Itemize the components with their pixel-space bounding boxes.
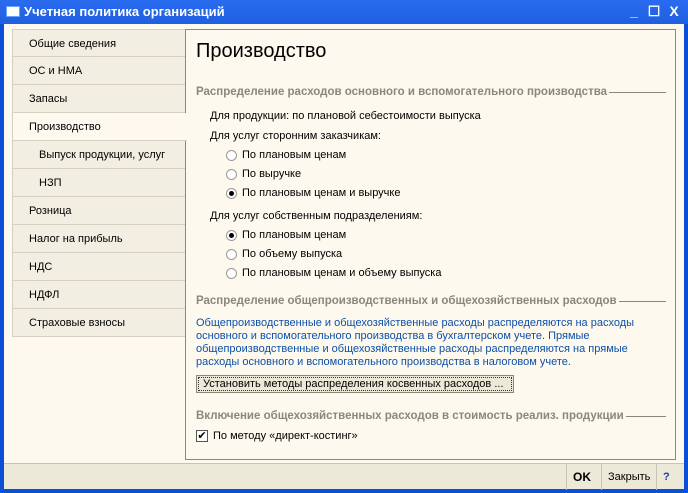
overhead-info-text: Общепроизводственные и общехозяйственные… [196,317,635,368]
tab-output[interactable]: Выпуск продукции, услуг [12,141,186,169]
window-body: Общие сведения ОС и НМА Запасы Производс… [4,24,684,463]
radio-label: По плановым ценам [242,149,347,161]
divider [609,91,666,93]
radio-button[interactable] [226,187,237,199]
tab-income-tax[interactable]: НДФЛ [12,281,186,309]
direct-costing-checkbox[interactable]: ✔ По методу «директ-костинг» [196,430,358,442]
radio-internal-planned[interactable]: По плановым ценам [226,229,346,241]
tab-fixed-assets[interactable]: ОС и НМА [12,57,186,85]
group-title: Распределение расходов основного и вспом… [196,86,608,98]
tab-insurance[interactable]: Страховые взносы [12,309,186,337]
app-icon [6,6,20,17]
checkmark-icon[interactable]: ✔ [196,430,208,442]
section-tabs: Общие сведения ОС и НМА Запасы Производс… [12,29,187,337]
production-panel: Производство Распределение расходов осно… [185,29,676,460]
ok-button[interactable]: OK [566,464,597,490]
radio-external-planned[interactable]: По плановым ценам [226,149,346,161]
group-header-direct-costing: Включение общехозяйственных расходов в с… [196,410,666,422]
radio-button[interactable] [226,168,237,180]
checkbox-label: По методу «директ-костинг» [213,430,358,442]
radio-label: По объему выпуска [242,248,343,260]
products-line: Для продукции: по плановой себестоимости… [210,110,481,122]
tab-inventory[interactable]: Запасы [12,85,186,113]
tab-retail[interactable]: Розница [12,197,186,225]
divider [625,415,666,417]
radio-label: По плановым ценам и объему выпуска [242,267,442,279]
radio-button[interactable] [226,149,237,161]
page-title: Производство [196,40,327,62]
minimize-button[interactable]: _ [626,3,642,19]
tab-production[interactable]: Производство [12,113,187,141]
close-button[interactable]: X [666,3,682,19]
close-dialog-button[interactable]: Закрыть [601,464,656,490]
help-icon[interactable]: ? [656,464,676,490]
footer-bar: OK Закрыть ? [4,463,684,490]
group-title: Включение общехозяйственных расходов в с… [196,410,624,422]
title-bar[interactable]: Учетная политика организаций _ ☐ X [0,0,688,24]
radio-external-revenue[interactable]: По выручке [226,168,301,180]
divider [618,300,666,302]
tab-general[interactable]: Общие сведения [12,29,186,57]
radio-button[interactable] [226,229,237,241]
group-title: Распределение общепроизводственных и общ… [196,295,617,307]
radio-internal-volume[interactable]: По объему выпуска [226,248,342,260]
set-distribution-methods-button[interactable]: Установить методы распределения косвенны… [196,375,514,393]
tab-vat[interactable]: НДС [12,253,186,281]
radio-button[interactable] [226,267,237,279]
group-header-overhead: Распределение общепроизводственных и общ… [196,295,666,307]
radio-external-planned-revenue[interactable]: По плановым ценам и выручке [226,187,400,199]
tab-wip[interactable]: НЗП [12,169,186,197]
window-title: Учетная политика организаций [24,4,225,19]
window: Учетная политика организаций _ ☐ X Общие… [0,0,688,493]
radio-label: По выручке [242,168,302,180]
external-label: Для услуг сторонним заказчикам: [210,130,381,142]
radio-button[interactable] [226,248,237,260]
radio-label: По плановым ценам и выручке [242,187,401,199]
maximize-button[interactable]: ☐ [646,3,662,19]
tab-profit-tax[interactable]: Налог на прибыль [12,225,186,253]
group-header-cost-distribution: Распределение расходов основного и вспом… [196,86,666,98]
internal-label: Для услуг собственным подразделениям: [210,210,423,222]
radio-label: По плановым ценам [242,229,347,241]
radio-internal-planned-volume[interactable]: По плановым ценам и объему выпуска [226,267,441,279]
